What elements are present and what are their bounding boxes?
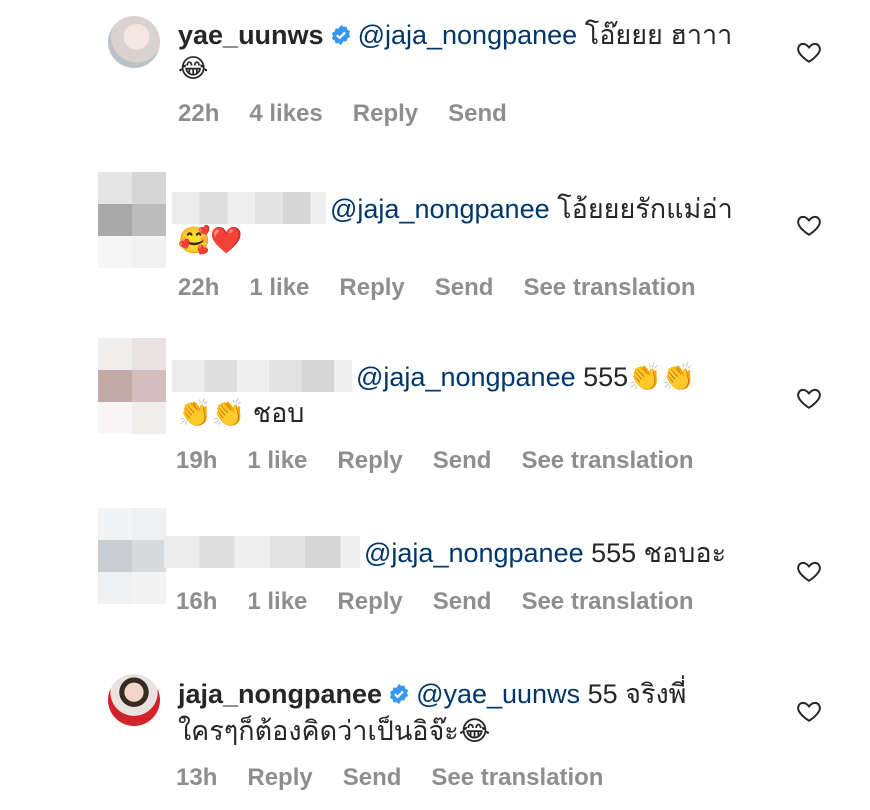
likes-count[interactable]: 1 like <box>247 447 307 474</box>
likes-count[interactable]: 1 like <box>247 588 307 615</box>
see-translation-button[interactable]: See translation <box>523 274 695 301</box>
comment-body: @jaja_nongpanee 555👏👏 <box>172 360 695 394</box>
username-redacted[interactable] <box>172 192 326 224</box>
comment-body: jaja_nongpanee @yae_uunws 55 จริงพี่ <box>178 677 686 711</box>
username[interactable]: jaja_nongpanee <box>178 679 382 709</box>
mention-link[interactable]: @jaja_nongpanee <box>356 362 576 392</box>
username-redacted[interactable] <box>172 360 352 392</box>
comment-meta: 13h Reply Send See translation <box>176 764 633 792</box>
heart-icon[interactable] <box>796 39 822 65</box>
comment-text: 55 จริงพี่ <box>587 679 687 709</box>
heart-icon[interactable] <box>796 698 822 724</box>
reply-button[interactable]: Reply <box>337 588 402 615</box>
avatar-pixelated[interactable] <box>98 338 166 434</box>
reply-button[interactable]: Reply <box>339 274 404 301</box>
timestamp: 22h <box>178 100 220 127</box>
comment-text: โอ้ยยยรักแม่อ่า <box>557 194 733 224</box>
comment-text-line2: ใครๆก็ต้องคิดว่าเป็นอิจ๊ะ😂 <box>178 716 491 746</box>
heart-icon[interactable] <box>796 212 822 238</box>
send-button[interactable]: Send <box>435 274 494 301</box>
username-redacted[interactable] <box>164 536 360 568</box>
comment-text-line2: 😂 <box>178 54 209 84</box>
likes-count[interactable]: 4 likes <box>249 100 322 127</box>
heart-icon[interactable] <box>796 558 822 584</box>
see-translation-button[interactable]: See translation <box>521 588 693 615</box>
send-button[interactable]: Send <box>433 588 492 615</box>
mention-link[interactable]: @jaja_nongpanee <box>358 20 578 50</box>
comment-text-line2: 👏👏 ชอบ <box>178 398 305 428</box>
timestamp: 16h <box>176 588 218 615</box>
avatar[interactable] <box>108 16 160 68</box>
comment-text: 555👏👏 <box>583 362 696 392</box>
avatar-pixelated[interactable] <box>98 172 166 268</box>
comment-text: 555 ชอบอะ <box>591 538 727 568</box>
comment-meta: 16h 1 like Reply Send See translation <box>176 588 724 616</box>
comment-meta: 22h 1 like Reply Send See translation <box>178 274 726 302</box>
avatar-pixelated[interactable] <box>98 508 166 604</box>
see-translation-button[interactable]: See translation <box>431 764 603 791</box>
comment-text-line2: 🥰❤️ <box>178 226 243 256</box>
send-button[interactable]: Send <box>343 764 402 791</box>
username[interactable]: yae_uunws <box>178 20 324 50</box>
verified-badge-icon <box>331 24 350 46</box>
comment-body: @jaja_nongpanee โอ้ยยยรักแม่อ่า <box>172 192 733 226</box>
send-button[interactable]: Send <box>448 100 507 127</box>
heart-icon[interactable] <box>796 385 822 411</box>
verified-badge-icon <box>389 683 409 705</box>
comment-body: @jaja_nongpanee 555 ชอบอะ <box>164 536 726 570</box>
comment-meta: 22h 4 likes Reply Send <box>178 100 537 128</box>
mention-link[interactable]: @yae_uunws <box>416 679 580 709</box>
reply-button[interactable]: Reply <box>247 764 312 791</box>
comment-body: yae_uunws @jaja_nongpanee โอ๊ยยย ฮาาา <box>178 18 732 52</box>
see-translation-button[interactable]: See translation <box>521 447 693 474</box>
comment-text: โอ๊ยยย ฮาาา <box>584 20 733 50</box>
mention-link[interactable]: @jaja_nongpanee <box>364 538 584 568</box>
timestamp: 19h <box>176 447 218 474</box>
likes-count[interactable]: 1 like <box>249 274 309 301</box>
timestamp: 13h <box>176 764 218 791</box>
reply-button[interactable]: Reply <box>337 447 402 474</box>
timestamp: 22h <box>178 274 220 301</box>
comment-meta: 19h 1 like Reply Send See translation <box>176 447 724 475</box>
avatar[interactable] <box>108 674 160 726</box>
mention-link[interactable]: @jaja_nongpanee <box>330 194 550 224</box>
send-button[interactable]: Send <box>433 447 492 474</box>
reply-button[interactable]: Reply <box>353 100 418 127</box>
